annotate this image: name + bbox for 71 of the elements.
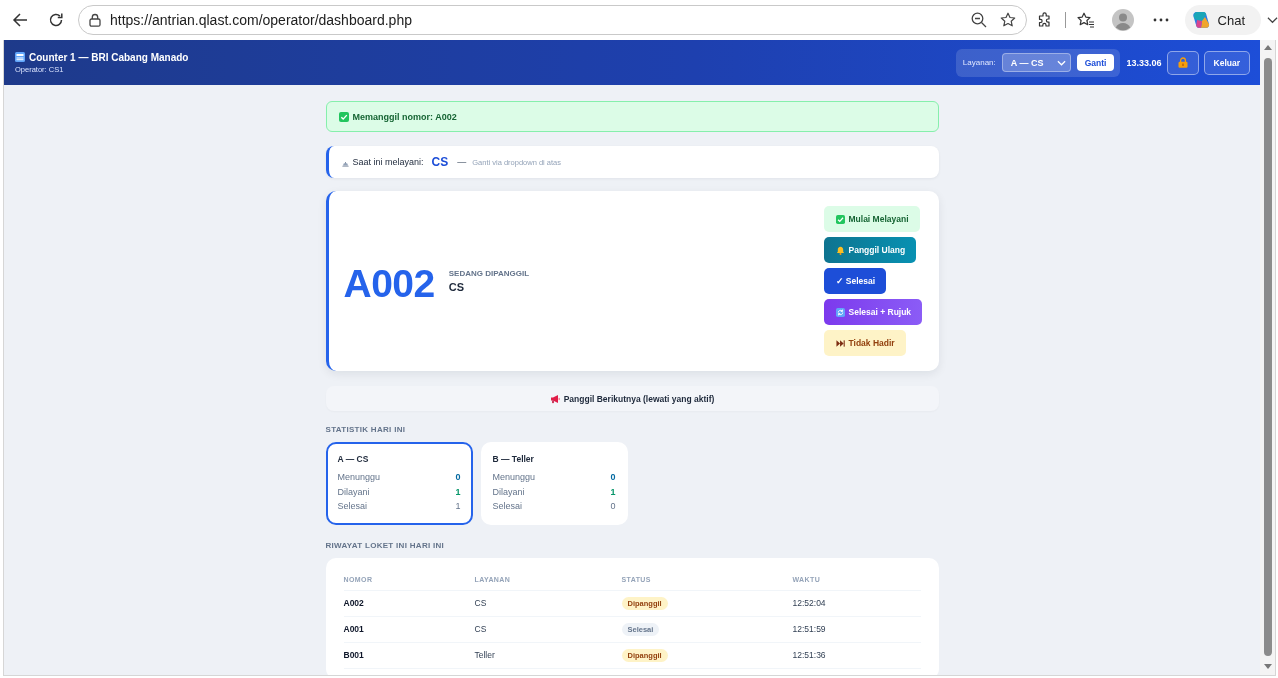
clock-text: 13.33.06	[1126, 57, 1162, 68]
stat-value: 1	[610, 486, 616, 497]
stat-card-title: A — CS	[337, 454, 369, 464]
stat-label: Menunggu	[337, 472, 381, 483]
check-box-icon	[835, 214, 845, 224]
logout-button[interactable]: Keluar	[1203, 50, 1250, 75]
scrollbar[interactable]	[1260, 40, 1275, 675]
table-cell: B001	[343, 650, 364, 660]
finish-refer-button[interactable]: Selesai + Rujuk	[823, 299, 923, 325]
ticket-number: A002	[343, 261, 435, 306]
table-cell: Teller	[474, 650, 495, 660]
more-icon[interactable]	[1152, 18, 1169, 22]
stat-label: Selesai	[492, 501, 523, 512]
table-cell: 12:52:04	[792, 598, 826, 608]
atm-icon	[15, 52, 25, 62]
ticket-status-label: SEDANG DIPANGGIL	[448, 269, 530, 278]
stat-value: 1	[455, 501, 461, 512]
finish-button[interactable]: ✓ Selesai	[823, 268, 887, 294]
table-cell: 12:51:36	[792, 650, 826, 660]
star-icon[interactable]	[999, 12, 1016, 28]
no-show-button[interactable]: Tidak Hadir	[823, 330, 906, 356]
counter-title: Counter 1 — BRI Cabang Manado	[29, 51, 189, 63]
service-label: Layanan:	[962, 58, 996, 67]
service-bell-icon	[341, 160, 349, 167]
stat-label: Selesai	[337, 501, 368, 512]
recall-button[interactable]: Panggil Ulang	[823, 237, 917, 263]
section-title: STATISTIK HARI INI	[325, 425, 406, 434]
check-box-icon	[338, 111, 349, 122]
chat-button[interactable]: Chat	[1184, 5, 1261, 35]
reload-icon[interactable]	[48, 12, 64, 28]
table-cell: CS	[474, 598, 487, 608]
table-cell: CS	[474, 624, 487, 634]
service-select[interactable]: A — CS	[1001, 53, 1071, 72]
cycle-arrows-icon	[835, 307, 845, 317]
stat-label: Dilayani	[492, 486, 525, 497]
serving-service: CS	[431, 155, 449, 169]
extensions-icon[interactable]	[1036, 12, 1053, 28]
lock-icon[interactable]	[89, 13, 101, 27]
chat-logo-icon	[1190, 10, 1211, 30]
lock-button[interactable]	[1166, 50, 1199, 75]
stat-card-title: B — Teller	[492, 454, 534, 464]
separator-dash: —	[457, 157, 467, 167]
stat-label: Dilayani	[337, 486, 370, 497]
stat-value: 0	[610, 501, 616, 512]
stat-value: 0	[455, 472, 461, 483]
stat-card[interactable]: B — Teller Menunggu 0 Dilayani 1 Selesai 0	[480, 442, 628, 525]
alert-text: Memanggil nomor: A002	[352, 111, 457, 122]
chevron-down-icon	[1056, 59, 1066, 66]
table-cell: A002	[343, 598, 364, 608]
megaphone-icon	[549, 393, 560, 404]
profile-avatar-icon[interactable]	[1111, 9, 1134, 31]
zoom-out-icon[interactable]	[970, 12, 987, 28]
lock-icon	[1177, 57, 1188, 68]
switch-button[interactable]: Ganti	[1076, 54, 1115, 71]
table-cell: A001	[343, 624, 364, 634]
favorites-icon[interactable]	[1076, 12, 1095, 28]
chevron-down-icon[interactable]	[1267, 16, 1278, 24]
serving-label: Saat ini melayani:	[352, 157, 424, 167]
call-next-button[interactable]: Panggil Berikutnya (lewati yang aktif)	[325, 386, 939, 411]
back-arrow-icon[interactable]	[12, 12, 28, 28]
section-title: RIWAYAT LOKET INI HARI INI	[325, 540, 445, 550]
ticket-service: CS	[448, 281, 464, 293]
table-cell: 12:51:59	[792, 624, 826, 634]
skip-forward-icon	[835, 338, 845, 348]
url-text: https://antrian.qlast.com/operator/dashboard.php	[110, 12, 413, 28]
stat-card[interactable]: A — CS Menunggu 0 Dilayani 1 Selesai 1	[325, 442, 473, 525]
stat-label: Menunggu	[492, 472, 536, 483]
stat-value: 0	[610, 472, 616, 483]
bell-icon	[835, 245, 845, 255]
stat-value: 1	[455, 486, 461, 497]
start-serving-button[interactable]: Mulai Melayani	[823, 206, 920, 232]
